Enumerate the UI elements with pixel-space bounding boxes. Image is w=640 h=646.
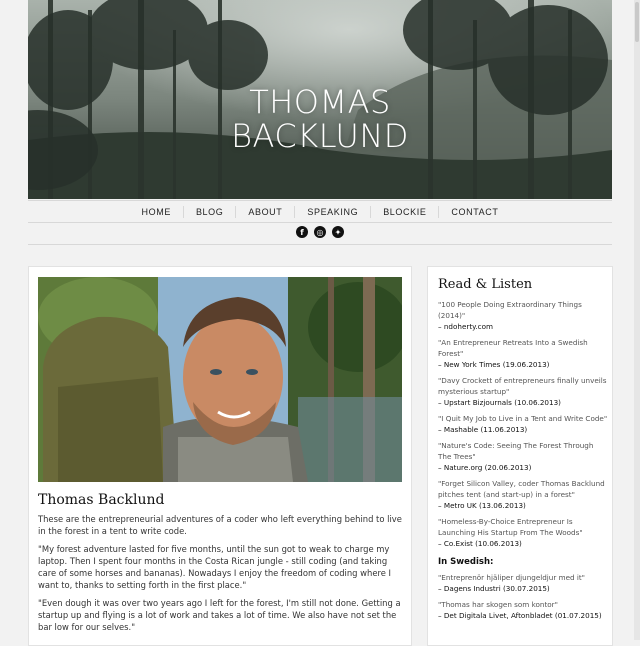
site-title-line1: THOMAS [249,83,391,121]
nav-link-blockie[interactable]: BLOCKIE [370,205,438,218]
instagram-icon[interactable]: ◎ [314,226,326,238]
press-item-title[interactable]: "Thomas har skogen som kontor" [438,599,608,610]
press-item-title[interactable]: "Davy Crockett of entrepreneurs finally … [438,375,608,397]
nav-link-speaking[interactable]: SPEAKING [294,205,370,218]
scrollbar-thumb[interactable] [635,2,639,42]
page-scrollbar[interactable] [634,0,640,640]
press-item-title[interactable]: "Forget Silicon Valley, coder Thomas Bac… [438,478,608,500]
twitter-icon[interactable]: ✦ [332,226,344,238]
press-item-source: – Mashable (11.06.2013) [438,425,528,434]
press-item-source: – Co.Exist (10.06.2013) [438,539,522,548]
press-item-source: – ndoherty.com [438,322,494,331]
press-item[interactable]: "Homeless-By-Choice Entrepreneur Is Laun… [438,516,608,549]
main-body-text: These are the entrepreneurial adventures… [38,513,404,639]
intro-paragraph: These are the entrepreneurial adventures… [38,514,402,536]
profile-photo-image [38,277,402,482]
press-item[interactable]: "Davy Crockett of entrepreneurs finally … [438,375,608,408]
press-item-title[interactable]: "An Entrepreneur Retreats Into a Swedish… [438,337,608,359]
press-item[interactable]: "Forget Silicon Valley, coder Thomas Bac… [438,478,608,511]
press-item-source: – Metro UK (13.06.2013) [438,501,526,510]
nav-divider-bottom [28,222,612,223]
quote-paragraph-1: "My forest adventure lasted for five mon… [38,544,392,590]
press-item-source: – Det Digitala Livet, Aftonbladet (01.07… [438,611,602,620]
swedish-press-item[interactable]: "Entreprenör hjäliper djungeldjur med it… [438,572,608,594]
press-item-title[interactable]: "I Quit My Job to Live in a Tent and Wri… [438,413,608,424]
social-divider [28,244,612,245]
press-item-source: – Nature.org (20.06.2013) [438,463,532,472]
press-item-source: – New York Times (19.06.2013) [438,360,550,369]
swedish-press-item[interactable]: "Thomas har skogen som kontor" – Det Digi… [438,599,608,621]
quote-paragraph-2: "Even dough it was over two years ago I … [38,598,401,632]
press-item-title[interactable]: "Entreprenör hjäliper djungeldjur med it… [438,572,608,583]
site-title-line2: BACKLUND [231,117,409,155]
profile-photo [38,277,402,482]
press-item-source: – Upstart Bizjournals (10.06.2013) [438,398,561,407]
main-content-card: Thomas Backlund These are the entreprene… [28,266,412,646]
sidebar-heading: Read & Listen [438,277,533,292]
press-item-title[interactable]: "100 People Doing Extraordinary Things (… [438,299,608,321]
press-item[interactable]: "Nature's Code: Seeing The Forest Throug… [438,440,608,473]
header-banner: THOMAS BACKLUND [28,0,612,199]
press-item-source: – Dagens Industri (30.07.2015) [438,584,550,593]
swedish-heading: In Swedish: [438,557,494,567]
press-item-title[interactable]: "Homeless-By-Choice Entrepreneur Is Laun… [438,516,608,538]
main-heading: Thomas Backlund [38,492,165,508]
facebook-icon[interactable]: f [296,226,308,238]
nav-link-about[interactable]: ABOUT [235,205,294,218]
press-item[interactable]: "An Entrepreneur Retreats Into a Swedish… [438,337,608,370]
nav-link-home[interactable]: HOME [130,206,183,218]
main-navigation: HOME BLOG ABOUT SPEAKING BLOCKIE CONTACT [28,201,612,222]
nav-link-contact[interactable]: CONTACT [438,205,510,218]
press-list: "100 People Doing Extraordinary Things (… [438,299,608,626]
nav-link-blog[interactable]: BLOG [182,205,235,218]
press-item[interactable]: "I Quit My Job to Live in a Tent and Wri… [438,413,608,435]
sidebar-read-listen: Read & Listen "100 People Doing Extraord… [427,266,613,646]
press-item[interactable]: "100 People Doing Extraordinary Things (… [438,299,608,332]
press-item-title[interactable]: "Nature's Code: Seeing The Forest Throug… [438,440,608,462]
social-links: f ◎ ✦ [0,226,640,240]
